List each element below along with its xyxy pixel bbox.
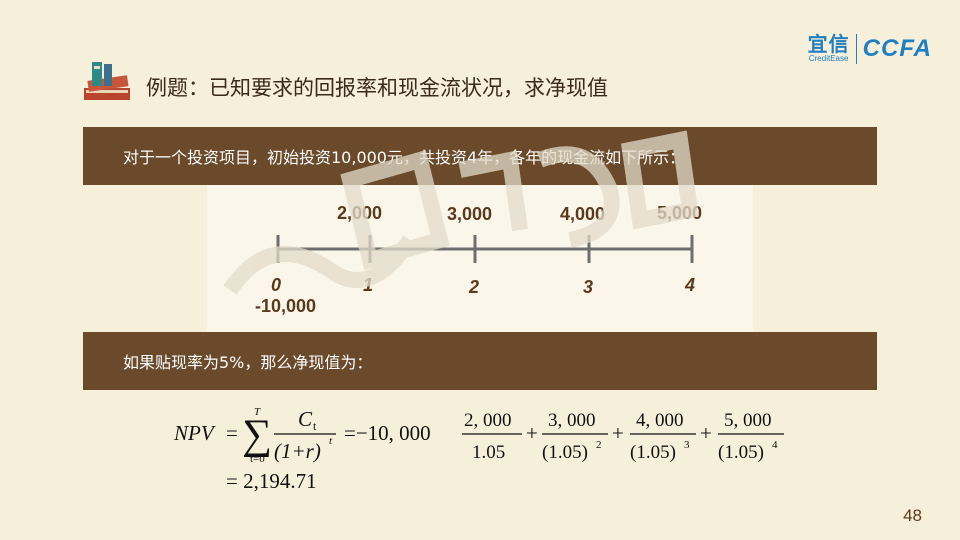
cash-flow-timeline: 2,000 3,000 4,000 5,000 0 1 2 3 4 -10,00… xyxy=(207,185,753,332)
year-2: 2 xyxy=(469,277,480,297)
npv-formula-svg: NPV = T ∑ t=0 C t (1+r) t =−10, 000 2, 0… xyxy=(173,406,784,493)
discount-denominator: (1+r) xyxy=(274,439,321,463)
cash-flow-4: 5,000 xyxy=(657,203,703,223)
logo-en-text: CreditEase xyxy=(808,54,849,63)
term-4-numerator: 5, 000 xyxy=(724,410,772,431)
logo-cn-text: 宜信 xyxy=(807,32,850,56)
term-1-denominator: 1.05 xyxy=(472,442,505,463)
npv-symbol: NPV xyxy=(173,421,216,445)
npv-formula: NPV = T ∑ t=0 C t (1+r) t =−10, 000 2, 0… xyxy=(170,396,790,496)
problem-statement-band: 对于一个投资项目，初始投资10,000元，共投资4年，各年的现金流如下所示： xyxy=(83,127,877,185)
year-4: 4 xyxy=(685,275,696,295)
term-3-exponent: 3 xyxy=(684,439,690,451)
slide: 宜信 CreditEase CCFA 例题：已知要求的回报率和现金流状况，求净现… xyxy=(0,0,960,540)
plus-1: + xyxy=(526,421,538,445)
page-title: 例题：已知要求的回报率和现金流状况，求净现值 xyxy=(146,76,608,100)
cash-flow-subscript: t xyxy=(313,419,317,433)
problem-statement-text: 对于一个投资项目，初始投资10,000元，共投资4年，各年的现金流如下所示： xyxy=(123,148,686,167)
term-3-denominator: (1.05) xyxy=(630,442,676,463)
initial-investment: -10,000 xyxy=(255,296,317,316)
term-2-denominator: (1.05) xyxy=(542,442,588,463)
plus-2: + xyxy=(612,421,624,445)
term-4-denominator: (1.05) xyxy=(718,442,764,463)
term-2-numerator: 3, 000 xyxy=(548,410,596,431)
sigma-icon: ∑ xyxy=(242,412,272,458)
discount-rate-band: 如果贴现率为5%，那么净现值为： xyxy=(83,332,877,390)
creditease-logo: 宜信 CreditEase xyxy=(808,34,850,64)
denominator-exponent: t xyxy=(329,435,333,447)
initial-term: =−10, 000 xyxy=(344,421,431,445)
cash-flow-3: 4,000 xyxy=(560,204,606,224)
page-number: 48 xyxy=(903,506,922,525)
cash-flow-1: 2,000 xyxy=(337,203,383,223)
discount-rate-text: 如果贴现率为5%，那么净现值为： xyxy=(123,353,373,372)
books-icon xyxy=(84,62,130,100)
npv-result: = 2,194.71 xyxy=(226,469,317,493)
cash-flow-symbol: C xyxy=(298,407,313,431)
ccfa-logo: CCFA xyxy=(862,35,932,62)
term-4-exponent: 4 xyxy=(772,439,778,451)
equals-sign: = xyxy=(226,421,238,445)
sum-lower-limit: t=0 xyxy=(250,453,265,465)
cash-flow-2: 3,000 xyxy=(447,204,493,224)
term-2-exponent: 2 xyxy=(596,439,602,451)
plus-3: + xyxy=(700,421,712,445)
term-3-numerator: 4, 000 xyxy=(636,410,684,431)
year-0: 0 xyxy=(271,275,282,295)
year-3: 3 xyxy=(583,277,594,297)
term-1-numerator: 2, 000 xyxy=(464,410,512,431)
year-1: 1 xyxy=(363,275,374,295)
logo-divider xyxy=(855,34,857,64)
brand-logos: 宜信 CreditEase CCFA xyxy=(808,34,932,64)
